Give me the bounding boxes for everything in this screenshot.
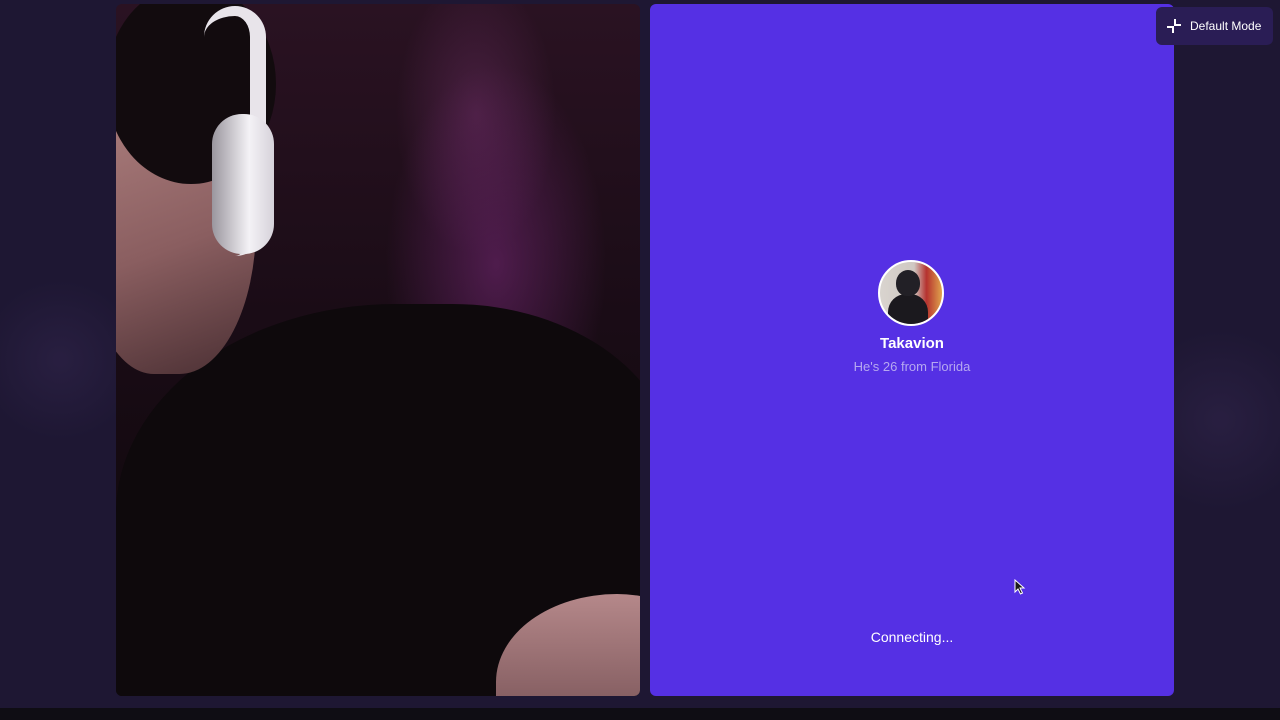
connection-status: Connecting... (870, 629, 954, 645)
mouse-pointer-icon (1014, 578, 1026, 600)
default-mode-label: Default Mode (1190, 19, 1262, 33)
local-video-feed (116, 4, 640, 696)
default-mode-button[interactable]: Default Mode (1156, 7, 1274, 45)
remote-user-name: Takavion (880, 335, 944, 352)
remote-user-subtitle: He's 26 from Florida (853, 359, 971, 374)
video-chat-app: Takavion He's 26 from Florida Connecting… (0, 0, 1280, 720)
bottom-bar (0, 708, 1280, 720)
remote-video-panel: Takavion He's 26 from Florida Connecting… (650, 4, 1174, 696)
avatar-figure-head (896, 270, 920, 296)
collapse-icon (1166, 18, 1182, 34)
remote-avatar (878, 260, 944, 326)
avatar-figure-body (888, 294, 928, 324)
headphones-ear-cup (212, 114, 274, 254)
